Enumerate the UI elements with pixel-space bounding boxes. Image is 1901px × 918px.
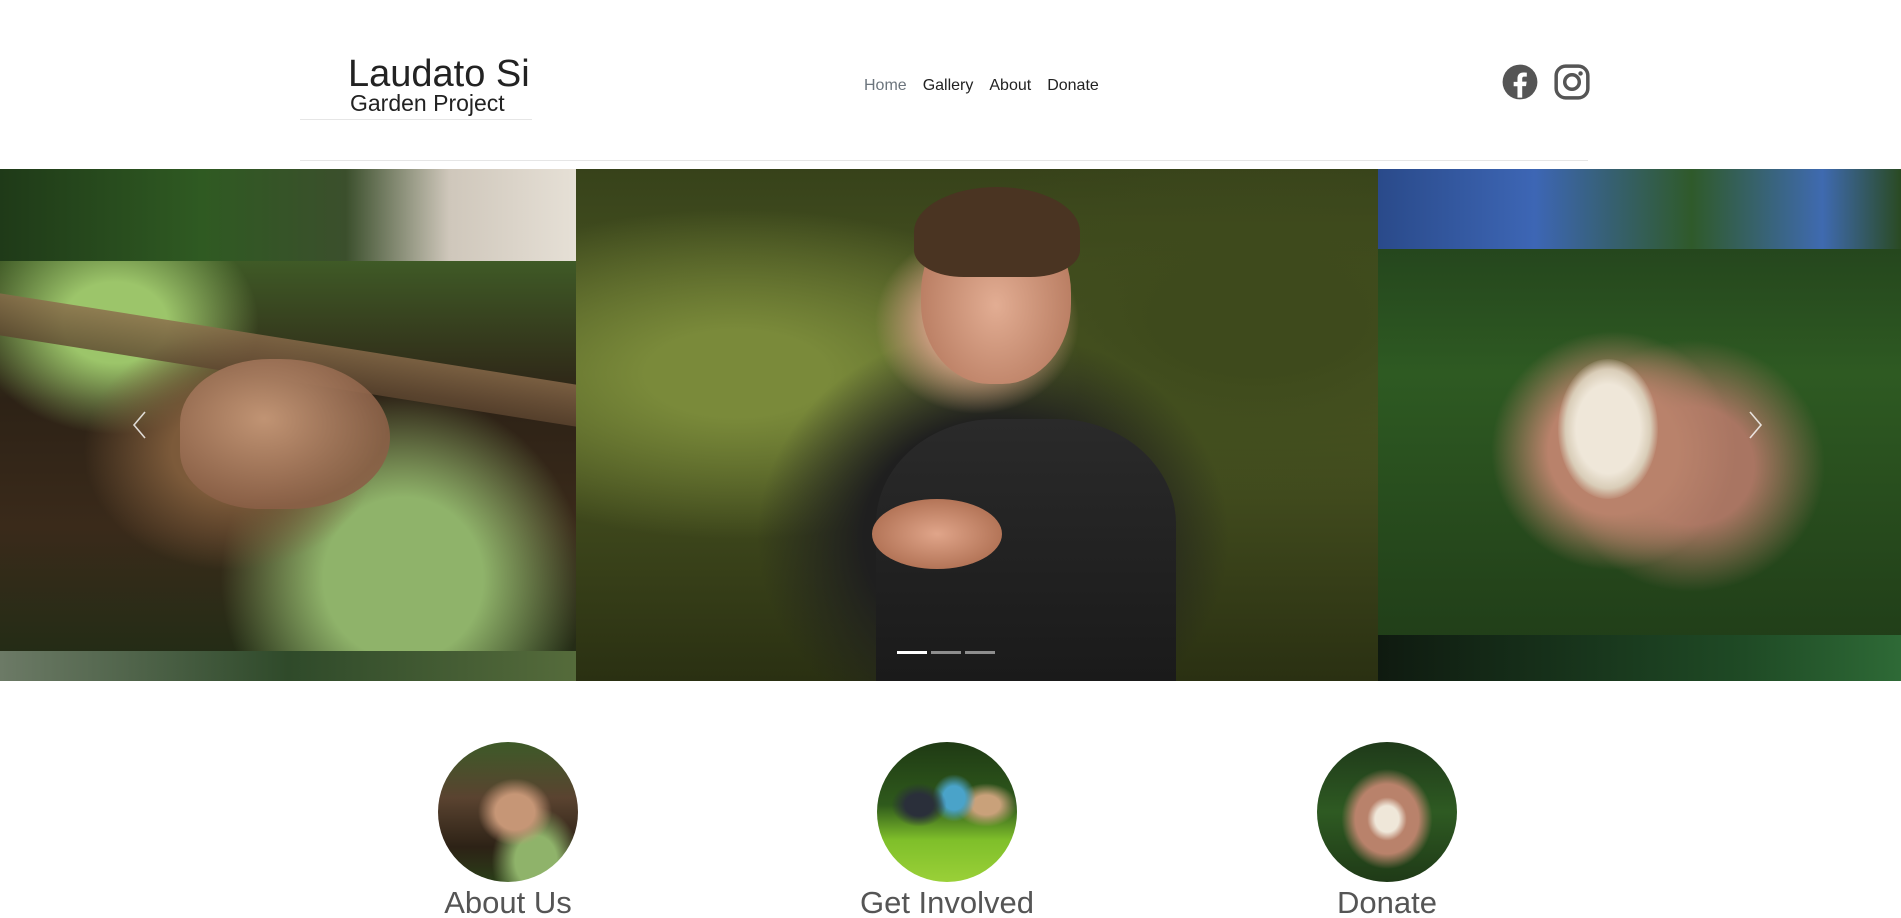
header-divider <box>300 160 1588 161</box>
chevron-left-icon <box>132 411 146 439</box>
carousel-prev-button[interactable] <box>120 405 160 445</box>
carousel-indicator-3[interactable] <box>965 651 995 654</box>
feature-thumbnail[interactable] <box>438 742 578 882</box>
image-detail <box>1378 169 1901 249</box>
carousel-image-child-bulb <box>576 169 1378 681</box>
brand-logo[interactable]: Laudato Si Garden Project <box>300 52 532 120</box>
feature-label[interactable]: About Us <box>378 884 638 918</box>
feature-donate[interactable]: Donate <box>1257 742 1517 918</box>
carousel-indicator-2[interactable] <box>931 651 961 654</box>
brand-subtitle: Garden Project <box>350 90 505 116</box>
chevron-right-icon <box>1749 411 1763 439</box>
feature-thumbnail[interactable] <box>877 742 1017 882</box>
image-detail <box>0 651 576 681</box>
image-detail <box>1558 359 1658 499</box>
feature-label[interactable]: Donate <box>1257 884 1517 918</box>
image-detail <box>1378 635 1901 681</box>
carousel-indicators <box>897 651 995 654</box>
nav-item-donate[interactable]: Donate <box>1047 74 1099 98</box>
carousel-image-planting <box>0 169 576 681</box>
site-header: Laudato Si Garden Project Home Gallery A… <box>0 0 1901 168</box>
social-links <box>1501 63 1591 101</box>
feature-thumbnail[interactable] <box>1317 742 1457 882</box>
image-detail <box>0 169 576 261</box>
feature-get-involved[interactable]: Get Involved <box>817 742 1077 918</box>
hero-carousel[interactable] <box>0 169 1901 681</box>
feature-label[interactable]: Get Involved <box>817 884 1077 918</box>
instagram-icon[interactable] <box>1553 63 1591 101</box>
nav-item-about[interactable]: About <box>989 74 1031 98</box>
carousel-image-seeds <box>1378 169 1901 681</box>
main-nav: Home Gallery About Donate <box>864 74 1099 98</box>
image-detail <box>914 187 1080 277</box>
nav-item-home[interactable]: Home <box>864 74 907 98</box>
feature-about-us[interactable]: About Us <box>378 742 638 918</box>
carousel-next-button[interactable] <box>1735 405 1775 445</box>
image-detail <box>872 499 1002 569</box>
nav-item-gallery[interactable]: Gallery <box>923 74 974 98</box>
facebook-icon[interactable] <box>1501 63 1539 101</box>
feature-links: About Us Get Involved Donate <box>0 742 1901 918</box>
carousel-indicator-1[interactable] <box>897 651 927 654</box>
